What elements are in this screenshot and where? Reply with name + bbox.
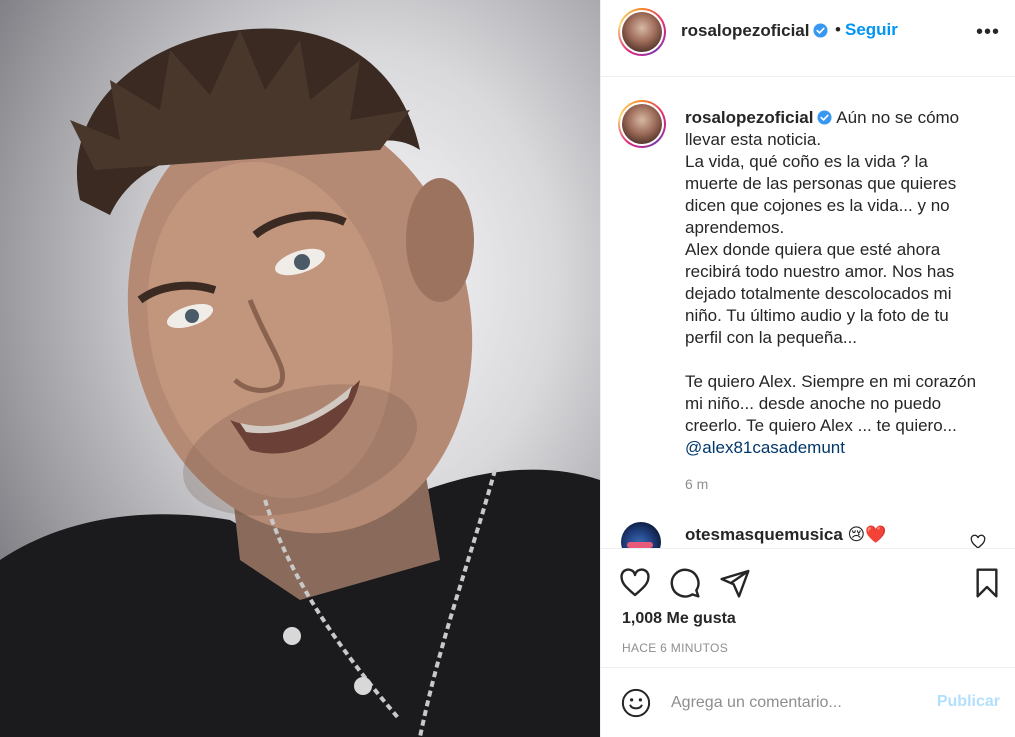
post-header: rosalopezoficial • Seguir ••• [601,0,1015,77]
verified-icon [813,23,829,38]
comment-input[interactable] [671,688,921,718]
post-side-panel: rosalopezoficial • Seguir ••• rosalopezo… [600,0,1015,737]
caption-username[interactable]: rosalopezoficial [685,108,813,127]
commenter-avatar[interactable] [621,522,661,548]
emoji-icon[interactable] [621,688,651,718]
post-timestamp[interactable]: Hace 6 minutos [622,641,728,655]
post-time[interactable]: 6 m [685,476,708,492]
post-photo[interactable] [0,0,600,737]
verified-icon [817,110,833,125]
publish-button[interactable]: Publicar [937,693,1000,711]
comment-body: otesmasquemusica 😢❤️ [685,525,886,545]
portrait-image [0,28,600,737]
bookmark-icon[interactable] [971,567,1003,599]
mention-link[interactable]: @alex81casademunt [685,437,995,459]
comment-icon[interactable] [669,567,701,599]
comment-like-icon[interactable] [970,534,986,548]
share-icon[interactable] [719,567,751,599]
author-username-text[interactable]: rosalopezoficial [681,21,809,40]
comment-text: 😢❤️ [847,525,887,544]
follow-button[interactable]: Seguir [845,20,898,40]
comment-item: otesmasquemusica 😢❤️ [601,518,1015,548]
post-caption: rosalopezoficial Aún no se cómo llevar e… [685,107,995,459]
caption-author-avatar[interactable] [618,100,666,148]
comment-composer: Publicar [601,668,1015,737]
author-username[interactable]: rosalopezoficial [681,21,829,41]
author-avatar[interactable] [618,8,666,56]
more-icon[interactable]: ••• [976,22,1000,42]
post-actions: 1,008 Me gusta Hace 6 minutos [601,548,1015,668]
separator-dot: • [835,20,841,39]
commenter-username[interactable]: otesmasquemusica [685,525,843,544]
comments-list[interactable]: rosalopezoficial Aún no se cómo llevar e… [601,78,1015,548]
caption-text: Aún no se cómo llevar esta noticia. La v… [685,108,977,435]
heart-icon[interactable] [619,567,651,599]
likes-count[interactable]: 1,008 Me gusta [622,610,736,628]
